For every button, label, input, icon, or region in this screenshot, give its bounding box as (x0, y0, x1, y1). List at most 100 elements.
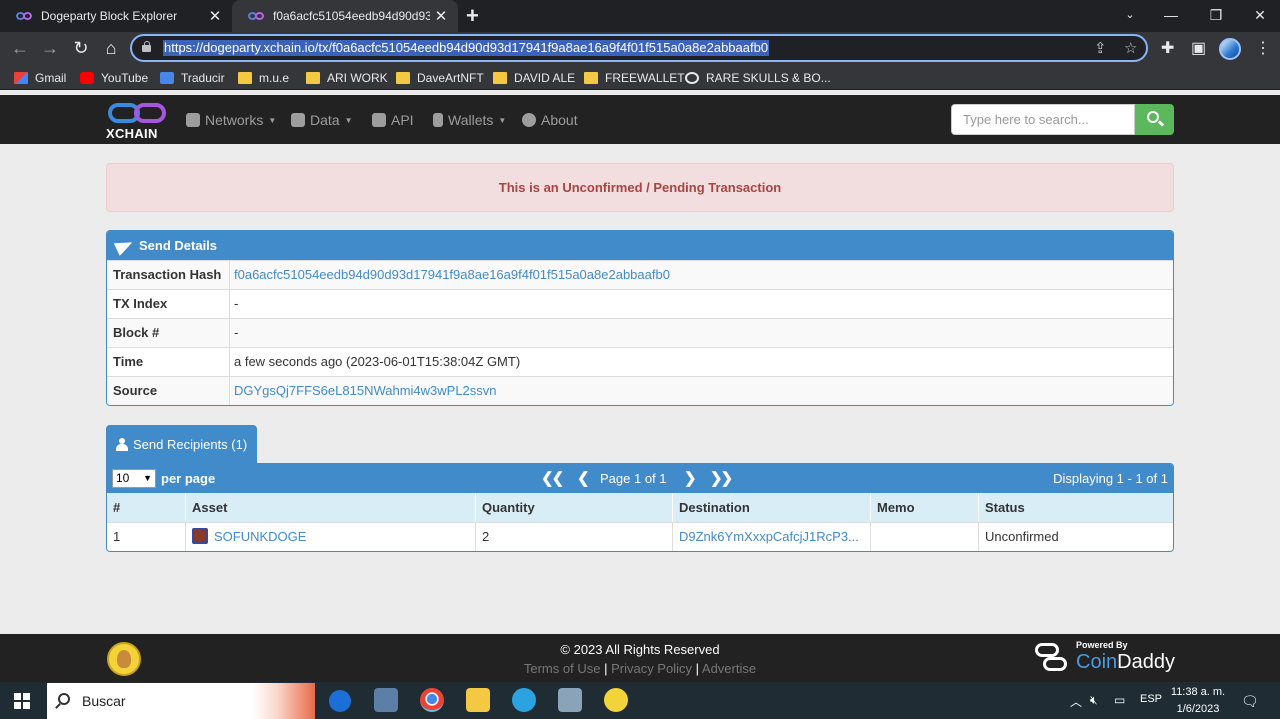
coindaddy-logo-icon[interactable] (1035, 643, 1069, 675)
bluetooth-icon[interactable] (329, 690, 351, 712)
table-row: 1 SOFUNKDOGE 2 D9Znk6YmXxxpCafcjJ1RcP3..… (107, 522, 1173, 551)
nav-label: Networks (205, 112, 264, 128)
volume-muted-icon[interactable]: 🔇︎ (1090, 693, 1098, 708)
close-window-icon[interactable]: ✕ (1240, 0, 1280, 32)
bookmark-folder-david-ale[interactable]: DAVID ALE (493, 71, 575, 85)
first-page-icon[interactable]: ❮❮ (541, 469, 564, 487)
bookmark-folder-mue[interactable]: m.u.e (238, 71, 289, 85)
terms-of-use-link[interactable]: Terms of Use (524, 661, 601, 676)
back-arrow-icon[interactable]: ← (8, 36, 32, 60)
bookmark-star-icon[interactable]: ☆ (1124, 39, 1137, 57)
destination-address-link[interactable]: D9Znk6YmXxxpCafcjJ1RcP3... (673, 523, 871, 551)
column-header-index[interactable]: # (107, 493, 186, 522)
nav-data[interactable]: Data ▼ (291, 112, 353, 128)
privacy-policy-link[interactable]: Privacy Policy (611, 661, 692, 676)
reload-icon[interactable]: ↻ (69, 36, 93, 60)
detail-label: Time (107, 348, 230, 376)
photos-app-icon[interactable] (374, 688, 398, 712)
side-panel-icon[interactable]: ▣ (1191, 38, 1206, 58)
clock-date: 1/6/2023 (1176, 703, 1220, 715)
notifications-icon[interactable]: 🗨︎ (1241, 693, 1259, 710)
new-tab-icon[interactable]: + (466, 3, 479, 29)
transaction-hash-link[interactable]: f0a6acfc51054eedb94d90d93d17941f9a8ae16a… (230, 261, 670, 289)
lock-icon[interactable] (142, 41, 151, 52)
coindaddy-wordmark[interactable]: CoinDaddy (1076, 651, 1175, 674)
browser-tab-bar: Dogeparty Block Explorer ✕ f0a6acfc51054… (0, 0, 1280, 32)
taskbar-search-box[interactable]: Buscar (47, 683, 315, 719)
dogeparty-wallet-icon[interactable] (604, 688, 628, 712)
folder-icon (306, 72, 320, 84)
per-page-select[interactable]: 10 ▼ (112, 469, 156, 488)
cogs-icon (372, 113, 386, 127)
browser-tab-dogeparty[interactable]: Dogeparty Block Explorer ✕ (0, 0, 232, 32)
asset-cell: SOFUNKDOGE (186, 523, 476, 551)
browser-tab-transaction[interactable]: f0a6acfc51054eedb94d90d93d17 ✕ (232, 0, 458, 32)
caret-down-icon: ▼ (498, 115, 507, 125)
next-page-icon[interactable]: ❯ (684, 469, 697, 487)
close-tab-icon[interactable]: ✕ (204, 7, 226, 25)
share-icon[interactable]: ⇪ (1094, 39, 1107, 57)
column-header-destination[interactable]: Destination (673, 493, 871, 522)
bookmark-label: ARI WORK (327, 71, 388, 85)
nav-label: Wallets (448, 112, 494, 128)
last-page-icon[interactable]: ❯❯ (710, 469, 733, 487)
file-explorer-icon[interactable] (466, 688, 490, 712)
site-search-button[interactable] (1135, 104, 1174, 135)
close-tab-icon[interactable]: ✕ (430, 7, 452, 25)
pending-transaction-alert: This is an Unconfirmed / Pending Transac… (106, 163, 1174, 212)
menu-kebab-icon[interactable]: ⋮ (1255, 38, 1271, 58)
caret-down-icon: ▼ (344, 115, 353, 125)
column-header-asset[interactable]: Asset (186, 493, 476, 522)
extensions-puzzle-icon[interactable]: ✚ (1161, 38, 1174, 58)
bookmark-rare-skulls[interactable]: RARE SKULLS & BO... (685, 71, 831, 85)
xchain-logo[interactable]: XCHAIN (106, 101, 170, 141)
detail-label: Source (107, 377, 230, 405)
info-icon (522, 113, 536, 127)
minimize-icon[interactable]: — (1151, 0, 1191, 32)
tray-chevron-up-icon[interactable]: ︿ (1070, 693, 1082, 710)
bookmark-folder-freewallet[interactable]: FREEWALLET (584, 71, 685, 85)
home-icon[interactable]: ⌂ (99, 36, 123, 60)
address-bar[interactable]: https://dogeparty.xchain.io/tx/f0a6acfc5… (130, 34, 1148, 62)
restore-icon[interactable]: ❐ (1196, 0, 1236, 32)
nav-label: API (391, 112, 414, 128)
column-header-status[interactable]: Status (979, 493, 1173, 522)
nav-about[interactable]: About (522, 112, 578, 128)
bookmark-folder-daveartnft[interactable]: DaveArtNFT (396, 71, 484, 85)
language-indicator[interactable]: ESP (1140, 693, 1162, 705)
nav-wallets[interactable]: Wallets ▼ (433, 112, 506, 128)
forward-arrow-icon[interactable]: → (38, 36, 62, 60)
asset-link[interactable]: SOFUNKDOGE (214, 529, 306, 544)
source-address-link[interactable]: DGYgsQj7FFS6eL815NWahmi4w3wPL2ssvn (230, 377, 497, 405)
column-header-memo[interactable]: Memo (871, 493, 979, 522)
bookmark-traducir[interactable]: Traducir (160, 71, 225, 85)
displaying-count: Displaying 1 - 1 of 1 (1053, 471, 1168, 486)
windows-start-icon[interactable] (14, 693, 30, 709)
bookmark-youtube[interactable]: YouTube (80, 71, 148, 85)
column-header-quantity[interactable]: Quantity (476, 493, 673, 522)
site-search-input[interactable]: Type here to search... (951, 104, 1135, 135)
advertise-link[interactable]: Advertise (702, 661, 756, 676)
chrome-app-icon[interactable] (420, 688, 444, 712)
url-text[interactable]: https://dogeparty.xchain.io/tx/f0a6acfc5… (163, 40, 770, 56)
prev-page-icon[interactable]: ❮ (577, 469, 590, 487)
bookmark-folder-ari-work[interactable]: ARI WORK (306, 71, 388, 85)
detail-row-transaction-hash: Transaction Hash f0a6acfc51054eedb94d90d… (107, 260, 1173, 289)
profile-avatar[interactable] (1219, 38, 1241, 60)
search-highlight-art (253, 683, 315, 719)
asset-thumbnail-icon (192, 528, 208, 544)
xchain-favicon-icon (248, 11, 266, 21)
nav-api[interactable]: API (372, 112, 414, 128)
tab-send-recipients[interactable]: Send Recipients (1) (106, 425, 257, 463)
network-drive-icon[interactable] (558, 688, 582, 712)
grid-pager: 10 ▼ per page ❮❮ ❮ Page 1 of 1 ❯ ❯❯ Displ… (107, 464, 1173, 493)
telegram-app-icon[interactable] (512, 688, 536, 712)
tab-search-chevron-icon[interactable]: ⌄ (1110, 0, 1150, 32)
nav-networks[interactable]: Networks ▼ (186, 112, 276, 128)
folder-icon (396, 72, 410, 84)
taskbar-clock[interactable]: 11:38 a. m. 1/6/2023 (1170, 684, 1226, 718)
bookmark-gmail[interactable]: Gmail (14, 71, 66, 85)
grid-header-row: # Asset Quantity Destination Memo Status (107, 493, 1173, 522)
battery-icon[interactable]: ▭ (1114, 693, 1125, 707)
detail-value: a few seconds ago (2023-06-01T15:38:04Z … (234, 354, 521, 369)
